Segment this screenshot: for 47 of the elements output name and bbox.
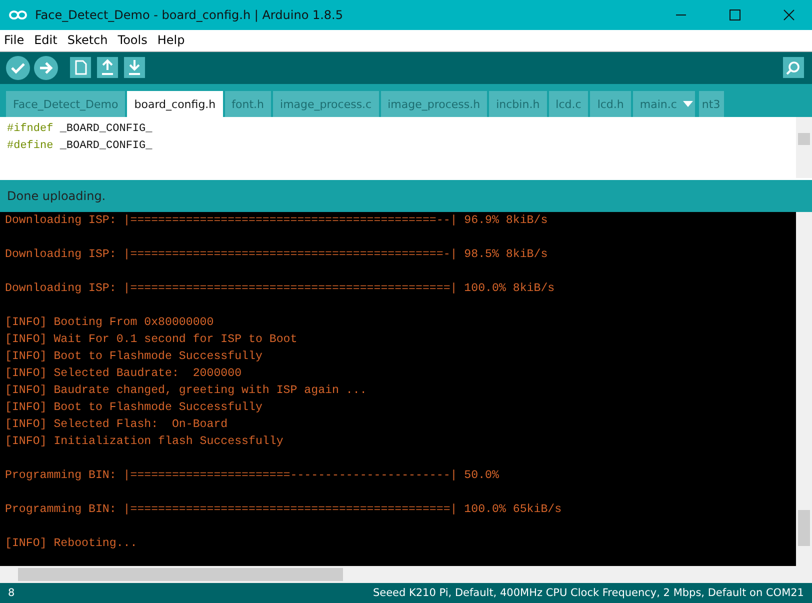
file-tab[interactable]: nt3: [698, 91, 724, 118]
code-line: #ifndef _BOARD_CONFIG_: [7, 122, 154, 138]
vertical-scrollbar[interactable]: [796, 117, 812, 178]
file-tab[interactable]: image_process.h: [380, 91, 488, 118]
menu-item[interactable]: Sketch: [62, 33, 113, 48]
upload-icon[interactable]: [97, 57, 118, 78]
console-line: [INFO] Wait For 0.1 second for ISP to Boot: [5, 332, 298, 348]
file-tab[interactable]: Face_Detect_Demo: [6, 91, 126, 118]
console-line: Downloading ISP: |=============================================-| 98.5% 8kiB/s: [5, 247, 549, 264]
console-line: [INFO] Boot to Flashmode Successfully: [5, 349, 264, 366]
document-icon[interactable]: [70, 57, 91, 78]
console-line: [INFO] Boot to Flashmode Successfully: [5, 400, 264, 416]
maximize-icon[interactable]: [729, 8, 741, 21]
vertical-scrollbar[interactable]: [796, 212, 812, 566]
file-tab[interactable]: lcd.h: [590, 91, 631, 118]
file-tab[interactable]: lcd.c: [548, 91, 588, 118]
file-tab[interactable]: font.h: [224, 91, 272, 118]
console-line: [INFO] Booting From 0x80000000: [5, 315, 215, 332]
menu-item[interactable]: Help: [152, 33, 190, 48]
menu-item[interactable]: Edit: [29, 33, 62, 48]
check-icon[interactable]: [6, 56, 30, 80]
window-title: Face_Detect_Demo - board_config.h | Arduino 1.8.5: [35, 8, 344, 22]
console-line: [INFO] Baudrate changed, greeting with ISP again ...: [5, 383, 368, 400]
console-line: [INFO] Initialization flash Successfully: [5, 434, 284, 450]
arrow-right-icon[interactable]: [34, 56, 58, 80]
menu-item[interactable]: Tools: [112, 33, 152, 48]
console-line: [INFO] Selected Flash: On-Board: [5, 417, 229, 434]
close-icon[interactable]: [783, 8, 795, 21]
infinity-logo-icon: [9, 10, 27, 20]
file-tab[interactable]: main.c: [632, 91, 695, 118]
horizontal-scrollbar[interactable]: [0, 566, 812, 584]
serial-monitor-icon[interactable]: [783, 57, 804, 78]
status-message: Done uploading.: [7, 188, 106, 203]
file-tab[interactable]: image_process.c: [273, 91, 379, 118]
menu-item[interactable]: File: [0, 33, 30, 48]
console-line: Programming BIN: |==============================================| 100.0% 65kiB/s: [5, 502, 563, 518]
board-info: Seeed K210 Pi, Default, 400MHz CPU Clock Frequency, 2 Mbps, Default on COM21: [372, 587, 804, 600]
console-line: [INFO] Rebooting...: [5, 536, 138, 552]
console-line: Programming BIN: |=======================-----------------------| 50.0%: [5, 468, 500, 484]
console-line: Downloading ISP: |============================================--| 96.9% 8kiB/s: [5, 213, 549, 230]
file-tab[interactable]: incbin.h: [489, 91, 547, 118]
console-line: Downloading ISP: |==============================================| 100.0% 8kiB/s: [5, 281, 556, 298]
code-line: #define _BOARD_CONFIG_: [7, 139, 154, 154]
line-number: 8: [8, 587, 15, 600]
file-tab[interactable]: board_config.h: [127, 91, 223, 118]
download-icon[interactable]: [124, 57, 145, 78]
console-line: [INFO] Selected Baudrate: 2000000: [5, 366, 243, 382]
